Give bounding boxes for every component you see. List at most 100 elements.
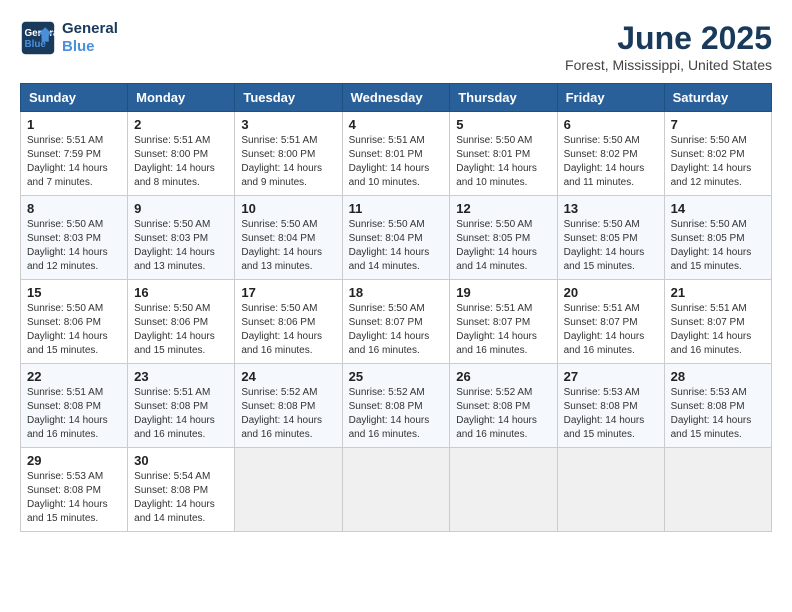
sunset-label: Sunset: 8:02 PM [671,149,745,160]
day-content: Sunrise: 5:51 AM Sunset: 8:08 PM Dayligh… [134,386,228,442]
day-content: Sunrise: 5:50 AM Sunset: 8:02 PM Dayligh… [671,134,765,190]
day-content: Sunrise: 5:52 AM Sunset: 8:08 PM Dayligh… [456,386,550,442]
day-content: Sunrise: 5:50 AM Sunset: 8:04 PM Dayligh… [241,218,335,274]
day-number: 25 [349,369,444,384]
calendar-day-cell: 4 Sunrise: 5:51 AM Sunset: 8:01 PM Dayli… [342,112,450,196]
daylight-label: Daylight: 14 hours and 16 minutes. [564,331,645,356]
daylight-label: Daylight: 14 hours and 16 minutes. [349,415,430,440]
daylight-label: Daylight: 14 hours and 13 minutes. [134,247,215,272]
day-content: Sunrise: 5:53 AM Sunset: 8:08 PM Dayligh… [671,386,765,442]
day-content: Sunrise: 5:51 AM Sunset: 8:00 PM Dayligh… [241,134,335,190]
day-number: 1 [27,117,121,132]
calendar: SundayMondayTuesdayWednesdayThursdayFrid… [20,83,772,532]
sunrise-label: Sunrise: 5:52 AM [349,387,425,398]
daylight-label: Daylight: 14 hours and 15 minutes. [27,499,108,524]
weekday-header-row: SundayMondayTuesdayWednesdayThursdayFrid… [21,84,772,112]
calendar-day-cell [450,448,557,532]
daylight-label: Daylight: 14 hours and 7 minutes. [27,163,108,188]
weekday-header: Thursday [450,84,557,112]
day-content: Sunrise: 5:51 AM Sunset: 8:07 PM Dayligh… [564,302,658,358]
calendar-day-cell: 29 Sunrise: 5:53 AM Sunset: 8:08 PM Dayl… [21,448,128,532]
calendar-day-cell: 2 Sunrise: 5:51 AM Sunset: 8:00 PM Dayli… [128,112,235,196]
calendar-day-cell: 14 Sunrise: 5:50 AM Sunset: 8:05 PM Dayl… [664,196,771,280]
daylight-label: Daylight: 14 hours and 14 minutes. [456,247,537,272]
daylight-label: Daylight: 14 hours and 15 minutes. [564,247,645,272]
sunset-label: Sunset: 8:04 PM [349,233,423,244]
sunrise-label: Sunrise: 5:51 AM [456,303,532,314]
logo: General Blue General Blue [20,20,118,56]
day-content: Sunrise: 5:50 AM Sunset: 8:06 PM Dayligh… [27,302,121,358]
calendar-day-cell: 7 Sunrise: 5:50 AM Sunset: 8:02 PM Dayli… [664,112,771,196]
calendar-day-cell: 17 Sunrise: 5:50 AM Sunset: 8:06 PM Dayl… [235,280,342,364]
calendar-day-cell: 22 Sunrise: 5:51 AM Sunset: 8:08 PM Dayl… [21,364,128,448]
day-number: 26 [456,369,550,384]
day-number: 6 [564,117,658,132]
sunset-label: Sunset: 8:08 PM [241,401,315,412]
sunrise-label: Sunrise: 5:51 AM [349,135,425,146]
sunset-label: Sunset: 8:08 PM [134,401,208,412]
title-area: June 2025 Forest, Mississippi, United St… [565,20,772,73]
calendar-day-cell [557,448,664,532]
day-number: 20 [564,285,658,300]
sunset-label: Sunset: 8:07 PM [671,317,745,328]
calendar-day-cell: 19 Sunrise: 5:51 AM Sunset: 8:07 PM Dayl… [450,280,557,364]
sunrise-label: Sunrise: 5:50 AM [456,135,532,146]
day-content: Sunrise: 5:50 AM Sunset: 8:05 PM Dayligh… [671,218,765,274]
calendar-day-cell: 21 Sunrise: 5:51 AM Sunset: 8:07 PM Dayl… [664,280,771,364]
day-content: Sunrise: 5:51 AM Sunset: 7:59 PM Dayligh… [27,134,121,190]
daylight-label: Daylight: 14 hours and 9 minutes. [241,163,322,188]
day-content: Sunrise: 5:51 AM Sunset: 8:07 PM Dayligh… [671,302,765,358]
sunrise-label: Sunrise: 5:50 AM [349,219,425,230]
day-number: 11 [349,201,444,216]
sunset-label: Sunset: 8:01 PM [456,149,530,160]
day-number: 7 [671,117,765,132]
sunset-label: Sunset: 8:02 PM [564,149,638,160]
sunset-label: Sunset: 8:08 PM [456,401,530,412]
day-content: Sunrise: 5:51 AM Sunset: 8:00 PM Dayligh… [134,134,228,190]
day-number: 30 [134,453,228,468]
sunset-label: Sunset: 8:05 PM [564,233,638,244]
day-content: Sunrise: 5:54 AM Sunset: 8:08 PM Dayligh… [134,470,228,526]
month-title: June 2025 [565,20,772,57]
sunset-label: Sunset: 7:59 PM [27,149,101,160]
sunrise-label: Sunrise: 5:50 AM [671,219,747,230]
sunset-label: Sunset: 8:07 PM [349,317,423,328]
daylight-label: Daylight: 14 hours and 10 minutes. [456,163,537,188]
day-content: Sunrise: 5:50 AM Sunset: 8:06 PM Dayligh… [134,302,228,358]
sunset-label: Sunset: 8:07 PM [564,317,638,328]
day-content: Sunrise: 5:51 AM Sunset: 8:08 PM Dayligh… [27,386,121,442]
day-content: Sunrise: 5:51 AM Sunset: 8:01 PM Dayligh… [349,134,444,190]
day-number: 14 [671,201,765,216]
day-number: 19 [456,285,550,300]
calendar-day-cell: 6 Sunrise: 5:50 AM Sunset: 8:02 PM Dayli… [557,112,664,196]
calendar-day-cell: 25 Sunrise: 5:52 AM Sunset: 8:08 PM Dayl… [342,364,450,448]
sunrise-label: Sunrise: 5:53 AM [671,387,747,398]
sunset-label: Sunset: 8:08 PM [564,401,638,412]
day-number: 13 [564,201,658,216]
sunrise-label: Sunrise: 5:51 AM [134,387,210,398]
calendar-day-cell: 10 Sunrise: 5:50 AM Sunset: 8:04 PM Dayl… [235,196,342,280]
calendar-day-cell: 20 Sunrise: 5:51 AM Sunset: 8:07 PM Dayl… [557,280,664,364]
day-number: 21 [671,285,765,300]
day-number: 2 [134,117,228,132]
day-number: 17 [241,285,335,300]
calendar-day-cell: 24 Sunrise: 5:52 AM Sunset: 8:08 PM Dayl… [235,364,342,448]
daylight-label: Daylight: 14 hours and 16 minutes. [349,331,430,356]
calendar-day-cell [235,448,342,532]
calendar-week-row: 1 Sunrise: 5:51 AM Sunset: 7:59 PM Dayli… [21,112,772,196]
daylight-label: Daylight: 14 hours and 16 minutes. [671,331,752,356]
day-number: 22 [27,369,121,384]
daylight-label: Daylight: 14 hours and 11 minutes. [564,163,645,188]
logo-line2: Blue [62,38,118,56]
sunrise-label: Sunrise: 5:53 AM [27,471,103,482]
day-content: Sunrise: 5:50 AM Sunset: 8:05 PM Dayligh… [456,218,550,274]
sunrise-label: Sunrise: 5:51 AM [27,387,103,398]
daylight-label: Daylight: 14 hours and 16 minutes. [27,415,108,440]
calendar-day-cell: 12 Sunrise: 5:50 AM Sunset: 8:05 PM Dayl… [450,196,557,280]
day-content: Sunrise: 5:53 AM Sunset: 8:08 PM Dayligh… [27,470,121,526]
daylight-label: Daylight: 14 hours and 15 minutes. [671,247,752,272]
header: General Blue General Blue June 2025 Fore… [20,20,772,73]
sunrise-label: Sunrise: 5:50 AM [349,303,425,314]
calendar-day-cell: 3 Sunrise: 5:51 AM Sunset: 8:00 PM Dayli… [235,112,342,196]
day-content: Sunrise: 5:50 AM Sunset: 8:05 PM Dayligh… [564,218,658,274]
